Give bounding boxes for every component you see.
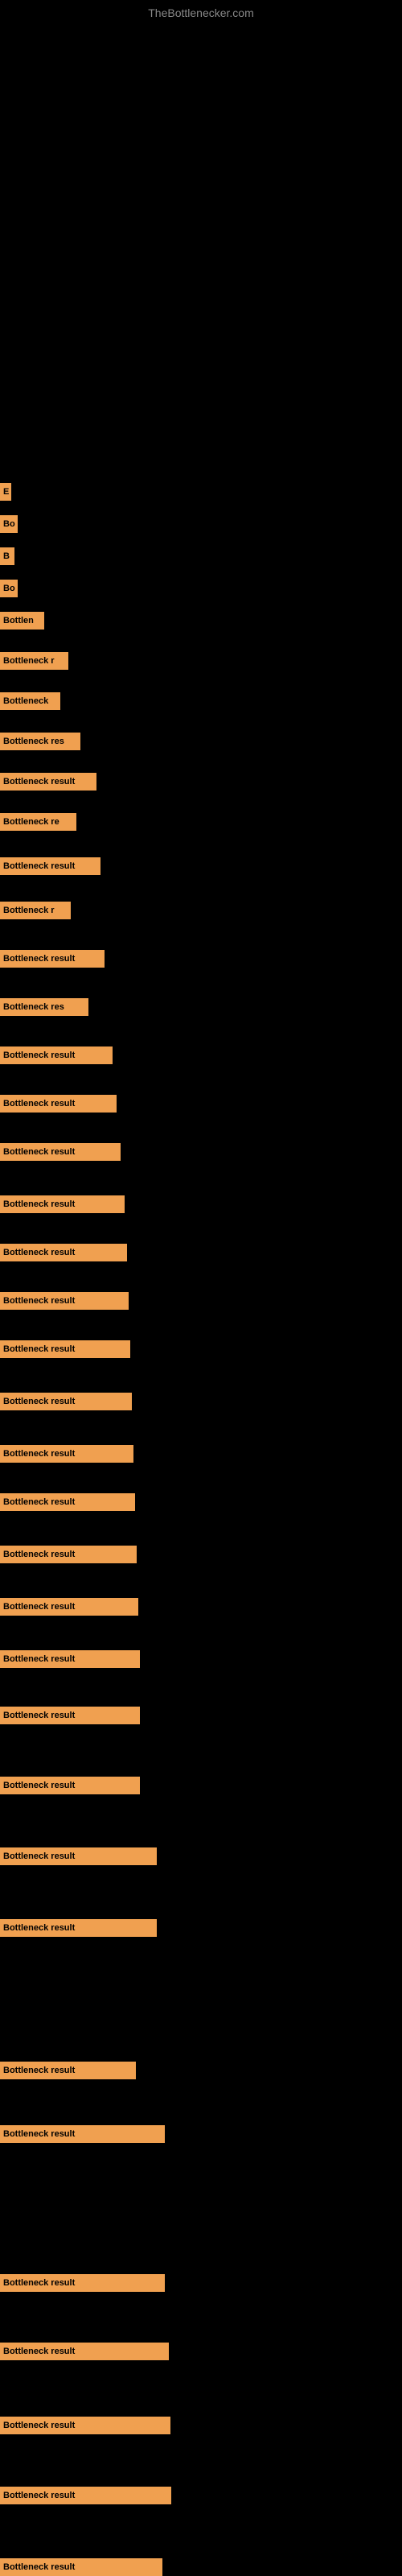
- bar-item: Bottleneck result: [0, 857, 402, 875]
- bottleneck-bar: Bottleneck result: [0, 1393, 132, 1410]
- bar-item: Bottleneck result: [0, 1143, 402, 1161]
- bottleneck-bar: Bottleneck r: [0, 902, 71, 919]
- bar-item: Bottleneck result: [0, 1046, 402, 1064]
- bottleneck-bar: Bottleneck result: [0, 1095, 117, 1113]
- bottleneck-bar: Bottleneck result: [0, 857, 100, 875]
- bar-item: Bottleneck: [0, 692, 402, 710]
- bar-item: E: [0, 483, 402, 501]
- bar-item: Bottleneck r: [0, 902, 402, 919]
- bottleneck-bar: Bottleneck result: [0, 2558, 162, 2576]
- bar-item: Bo: [0, 580, 402, 597]
- bottleneck-bar: B: [0, 547, 14, 565]
- bottleneck-bar: Bottleneck result: [0, 2062, 136, 2079]
- bottleneck-bar: Bottleneck result: [0, 950, 105, 968]
- bottleneck-bar: Bottleneck result: [0, 2125, 165, 2143]
- bottleneck-bar: Bottleneck result: [0, 1340, 130, 1358]
- bar-item: Bottleneck result: [0, 1340, 402, 1358]
- bar-item: Bottleneck result: [0, 1292, 402, 1310]
- bar-item: Bottleneck result: [0, 1598, 402, 1616]
- bar-item: Bottlen: [0, 612, 402, 630]
- bar-item: Bottleneck result: [0, 1244, 402, 1261]
- bar-item: Bottleneck result: [0, 950, 402, 968]
- bottleneck-bar: Bottleneck res: [0, 998, 88, 1016]
- bottleneck-bar: Bottleneck result: [0, 1143, 121, 1161]
- bar-item: Bottleneck result: [0, 2417, 402, 2434]
- bottleneck-bar: Bottleneck result: [0, 2274, 165, 2292]
- bar-item: Bottleneck result: [0, 2274, 402, 2292]
- bottleneck-bar: Bottleneck result: [0, 1707, 140, 1724]
- site-title: TheBottlenecker.com: [0, 0, 402, 26]
- bottleneck-bar: Bottleneck result: [0, 1195, 125, 1213]
- bottleneck-bar: Bottleneck result: [0, 1493, 135, 1511]
- bar-item: Bottleneck result: [0, 2343, 402, 2360]
- bar-item: Bottleneck result: [0, 2558, 402, 2576]
- bar-item: B: [0, 547, 402, 565]
- bottleneck-bar: Bottleneck result: [0, 1650, 140, 1668]
- bottleneck-bar: Bottlen: [0, 612, 44, 630]
- bottleneck-bar: Bottleneck result: [0, 2487, 171, 2504]
- bar-item: Bottleneck result: [0, 2487, 402, 2504]
- bottleneck-bar: Bottleneck result: [0, 1046, 113, 1064]
- bottleneck-bar: E: [0, 483, 11, 501]
- bar-item: Bottleneck res: [0, 733, 402, 750]
- bottleneck-bar: Bottleneck result: [0, 1292, 129, 1310]
- bottleneck-bar: Bottleneck r: [0, 652, 68, 670]
- bottleneck-bar: Bottleneck result: [0, 1919, 157, 1937]
- bar-item: Bottleneck result: [0, 1847, 402, 1865]
- bottleneck-bar: Bottleneck: [0, 692, 60, 710]
- bar-item: Bottleneck result: [0, 1195, 402, 1213]
- bar-item: Bottleneck result: [0, 1707, 402, 1724]
- bar-item: Bottleneck result: [0, 1777, 402, 1794]
- bottleneck-bar: Bottleneck result: [0, 1445, 133, 1463]
- bar-item: Bottleneck result: [0, 1095, 402, 1113]
- bottleneck-bar: Bottleneck result: [0, 773, 96, 791]
- bar-item: Bottleneck result: [0, 773, 402, 791]
- bottleneck-bar: Bottleneck result: [0, 1847, 157, 1865]
- bottleneck-bar: Bottleneck result: [0, 1244, 127, 1261]
- bar-item: Bottleneck result: [0, 1546, 402, 1563]
- bar-item: Bottleneck result: [0, 1393, 402, 1410]
- bar-item: Bottleneck result: [0, 1919, 402, 1937]
- bar-item: Bottleneck r: [0, 652, 402, 670]
- bottleneck-bar: Bo: [0, 515, 18, 533]
- bottleneck-bar: Bottleneck res: [0, 733, 80, 750]
- bar-item: Bottleneck res: [0, 998, 402, 1016]
- bottleneck-bar: Bottleneck result: [0, 1546, 137, 1563]
- bottleneck-bar: Bottleneck result: [0, 2417, 170, 2434]
- bottleneck-bar: Bottleneck result: [0, 2343, 169, 2360]
- bar-item: Bottleneck result: [0, 2125, 402, 2143]
- bar-item: Bottleneck re: [0, 813, 402, 831]
- bar-item: Bottleneck result: [0, 1650, 402, 1668]
- bottleneck-bar: Bottleneck re: [0, 813, 76, 831]
- bar-item: Bo: [0, 515, 402, 533]
- bottleneck-bar: Bottleneck result: [0, 1777, 140, 1794]
- bar-item: Bottleneck result: [0, 1493, 402, 1511]
- bottleneck-bar: Bottleneck result: [0, 1598, 138, 1616]
- bar-item: Bottleneck result: [0, 2062, 402, 2079]
- bar-item: Bottleneck result: [0, 1445, 402, 1463]
- bottleneck-bar: Bo: [0, 580, 18, 597]
